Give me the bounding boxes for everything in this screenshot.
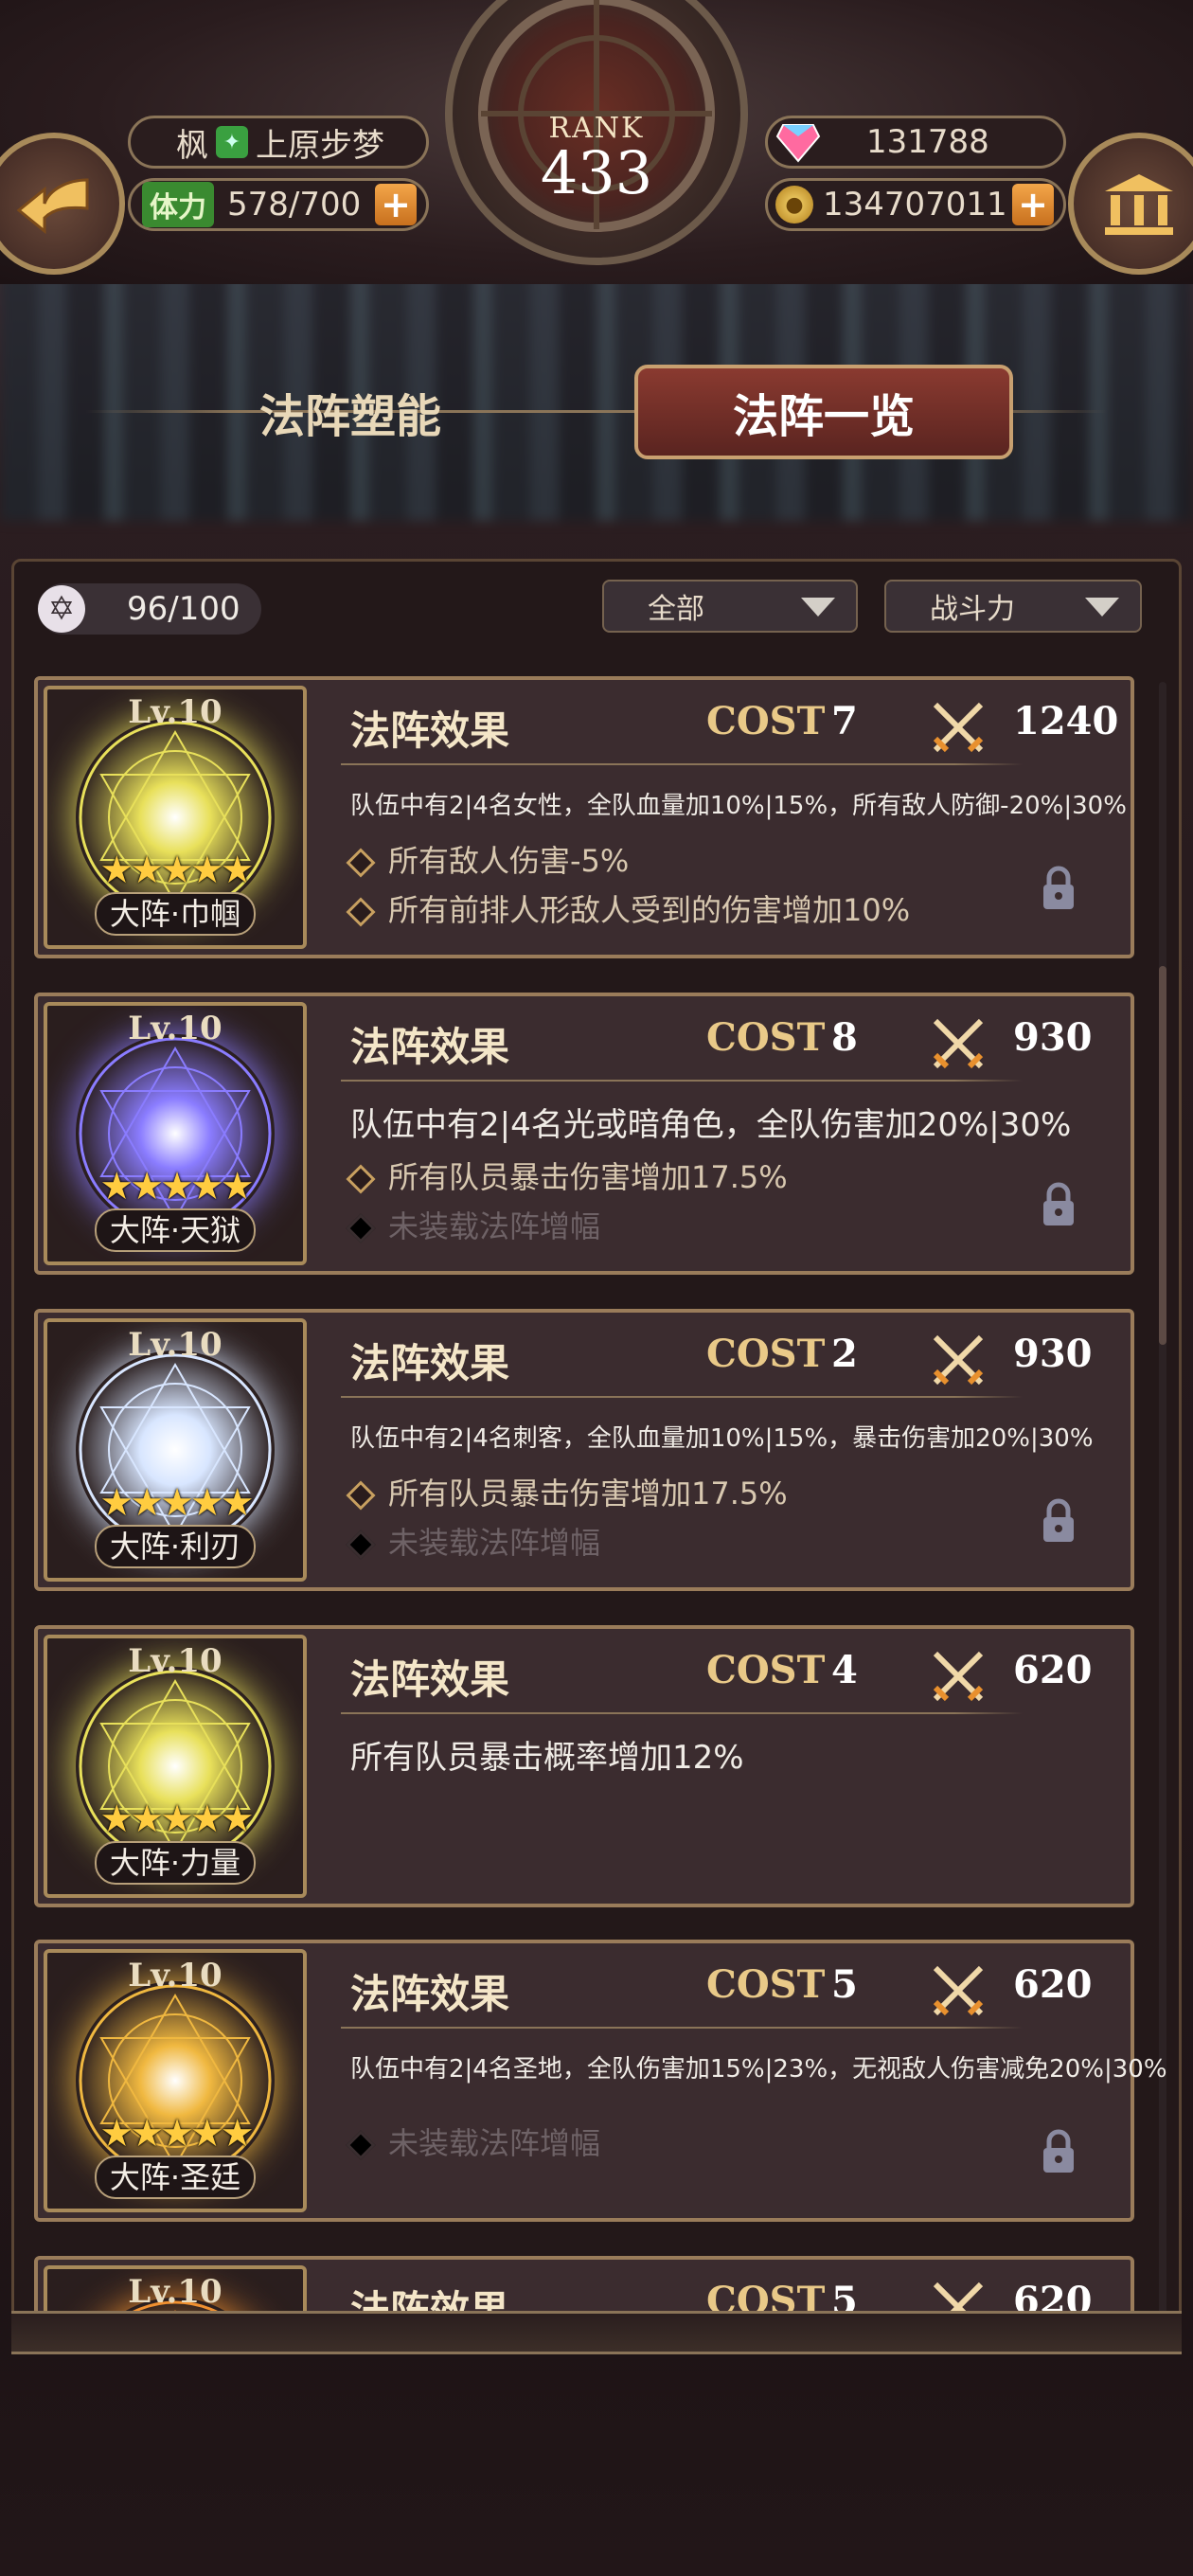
bonus-line: 未装载法阵增幅 (346, 1203, 601, 1246)
diamond-bullet-icon (346, 1213, 376, 1243)
crossed-swords-icon (933, 1651, 984, 1702)
bonus-text: 所有前排人形敌人受到的伤害增加10% (388, 892, 911, 928)
level-label: Lv.10 (128, 1957, 223, 1995)
divider (341, 1080, 1023, 1082)
array-name: 大阵·巾帼 (95, 892, 256, 936)
diamond-bullet-icon (346, 2130, 376, 2160)
bonus-line: 所有前排人形敌人受到的伤害增加10% (346, 886, 911, 930)
array-name: 大阵·力量 (95, 1841, 256, 1885)
bonus-text: 未装载法阵增幅 (388, 1208, 601, 1244)
crossed-swords-icon (933, 1965, 984, 2016)
bonus-line: 所有队员暴击伤害增加17.5% (346, 1154, 788, 1197)
cost-label: COST (706, 1962, 826, 2007)
effect-title: 法阵效果 (350, 2287, 510, 2311)
combat-power: 1240 (1013, 699, 1119, 743)
array-card[interactable]: Lv.10★★★★★ 法阵效果 COST5 620 (34, 2256, 1134, 2311)
crossed-swords-icon (933, 1334, 984, 1386)
effect-description: 队伍中有2|4名女性，全队血量加10%|15%，所有敌人防御-20%|30% (350, 792, 1127, 820)
cost-value: 5 (831, 2279, 858, 2311)
crossed-swords-icon (933, 1018, 984, 1069)
effect-title: 法阵效果 (350, 1656, 510, 1703)
bonus-line: 所有敌人伤害-5% (346, 837, 630, 881)
rarity-stars: ★★★★★ (99, 1798, 254, 1841)
array-portrait[interactable]: Lv.10 ★★★★★ 大阵·天狱 (44, 1002, 307, 1265)
level-label: Lv.10 (128, 1326, 223, 1364)
effect-description: 队伍中有2|4名刺客，全队血量加10%|15%，暴击伤害加20%|30% (350, 1424, 1094, 1453)
diamond-bullet-icon (346, 848, 376, 878)
array-card[interactable]: Lv.10 ★★★★★ 大阵·天狱 法阵效果 COST 8 930 队伍中有2|4名光或暗角色… (34, 993, 1134, 1275)
bonus-text: 所有队员暴击伤害增加17.5% (388, 1476, 788, 1512)
bonus-line: 未装载法阵增幅 (346, 1519, 601, 1563)
array-portrait[interactable]: Lv.10 ★★★★★ 大阵·圣廷 (44, 1949, 307, 2212)
array-portrait[interactable]: Lv.10★★★★★ (44, 2265, 307, 2311)
cost-value: 8 (831, 1015, 858, 1060)
lock-icon[interactable] (1040, 1182, 1077, 1227)
cost-value: 2 (831, 1332, 858, 1376)
array-card[interactable]: Lv.10 ★★★★★ 大阵·巾帼 法阵效果 COST 7 1240 队伍中有2|4名女性，全… (34, 676, 1134, 958)
effect-title: 法阵效果 (350, 1340, 510, 1386)
diamond-bullet-icon (346, 1480, 376, 1511)
cost-value: 5 (831, 1962, 858, 2007)
lock-icon[interactable] (1040, 866, 1077, 911)
bonus-text: 所有敌人伤害-5% (388, 843, 630, 879)
bonus-line: 所有队员暴击伤害增加17.5% (346, 1470, 788, 1513)
array-card[interactable]: Lv.10 ★★★★★ 大阵·力量 法阵效果 COST 4 620 所有队员暴击概率增加12% (34, 1625, 1134, 1907)
combat-power: 620 (1013, 2279, 1093, 2311)
cost-label: COST (706, 1015, 826, 1060)
crossed-swords-icon (933, 702, 984, 753)
combat-power: 620 (1013, 1648, 1093, 1692)
level-label: Lv.10 (128, 1642, 223, 1680)
crossed-swords-icon (933, 2281, 984, 2311)
array-portrait[interactable]: Lv.10 ★★★★★ 大阵·力量 (44, 1635, 307, 1898)
cost-label: COST (706, 2279, 826, 2311)
array-card-list: Lv.10 ★★★★★ 大阵·巾帼 法阵效果 COST 7 1240 队伍中有2|4名女性，全… (0, 0, 1193, 2311)
rarity-stars: ★★★★★ (99, 2112, 254, 2156)
cost-value: 7 (831, 699, 858, 743)
panel-bottom-trim (11, 2311, 1182, 2354)
array-card[interactable]: Lv.10 ★★★★★ 大阵·利刃 法阵效果 COST 2 930 队伍中有2|4名刺客，全队… (34, 1309, 1134, 1591)
effect-title: 法阵效果 (350, 707, 510, 754)
bonus-text: 所有队员暴击伤害增加17.5% (388, 1159, 788, 1195)
lock-icon[interactable] (1040, 2129, 1077, 2174)
array-name: 大阵·天狱 (95, 1208, 256, 1252)
level-label: Lv.10 (128, 1010, 223, 1047)
level-label: Lv.10 (128, 693, 223, 731)
diamond-bullet-icon (346, 1530, 376, 1560)
array-card[interactable]: Lv.10 ★★★★★ 大阵·圣廷 法阵效果 COST 5 620 队伍中有2|4名圣地，全队… (34, 1940, 1167, 2222)
combat-power: 930 (1013, 1015, 1093, 1060)
effect-title: 法阵效果 (350, 1971, 510, 2017)
array-portrait[interactable]: Lv.10 ★★★★★ 大阵·利刃 (44, 1318, 307, 1582)
divider (341, 1712, 1023, 1714)
rarity-stars: ★★★★★ (99, 1481, 254, 1525)
cost-label: COST (706, 1332, 826, 1376)
screen: 枫 ✦ 上原步梦 体力 578/700 + RANK 433 131788 ● … (0, 0, 1193, 2576)
array-name: 大阵·圣廷 (95, 2156, 256, 2199)
combat-power: 620 (1013, 1962, 1093, 2007)
divider (341, 1396, 1023, 1398)
lock-icon[interactable] (1040, 1498, 1077, 1544)
cost-label: COST (706, 1648, 826, 1692)
divider (341, 763, 1023, 765)
cost-value: 4 (831, 1648, 858, 1692)
effect-description: 队伍中有2|4名光或暗角色，全队伤害加20%|30% (350, 1106, 1072, 1144)
level-label: Lv.10 (128, 2273, 223, 2311)
effect-description: 所有队员暴击概率增加12% (350, 1739, 744, 1777)
rarity-stars: ★★★★★ (99, 1165, 254, 1208)
diamond-bullet-icon (346, 897, 376, 927)
array-name: 大阵·利刃 (95, 1525, 256, 1568)
combat-power: 930 (1013, 1332, 1093, 1376)
divider (341, 2027, 1023, 2029)
cost-label: COST (706, 699, 826, 743)
array-portrait[interactable]: Lv.10 ★★★★★ 大阵·巾帼 (44, 686, 307, 949)
diamond-bullet-icon (346, 1164, 376, 1194)
effect-description: 队伍中有2|4名圣地，全队伤害加15%|23%，无视敌人伤害减免20%|30% (350, 2055, 1167, 2084)
effect-title: 法阵效果 (350, 1024, 510, 1070)
bonus-text: 未装载法阵增幅 (388, 2125, 601, 2161)
bonus-text: 未装载法阵增幅 (388, 1525, 601, 1561)
rarity-stars: ★★★★★ (99, 849, 254, 892)
bonus-line: 未装载法阵增幅 (346, 2120, 601, 2163)
